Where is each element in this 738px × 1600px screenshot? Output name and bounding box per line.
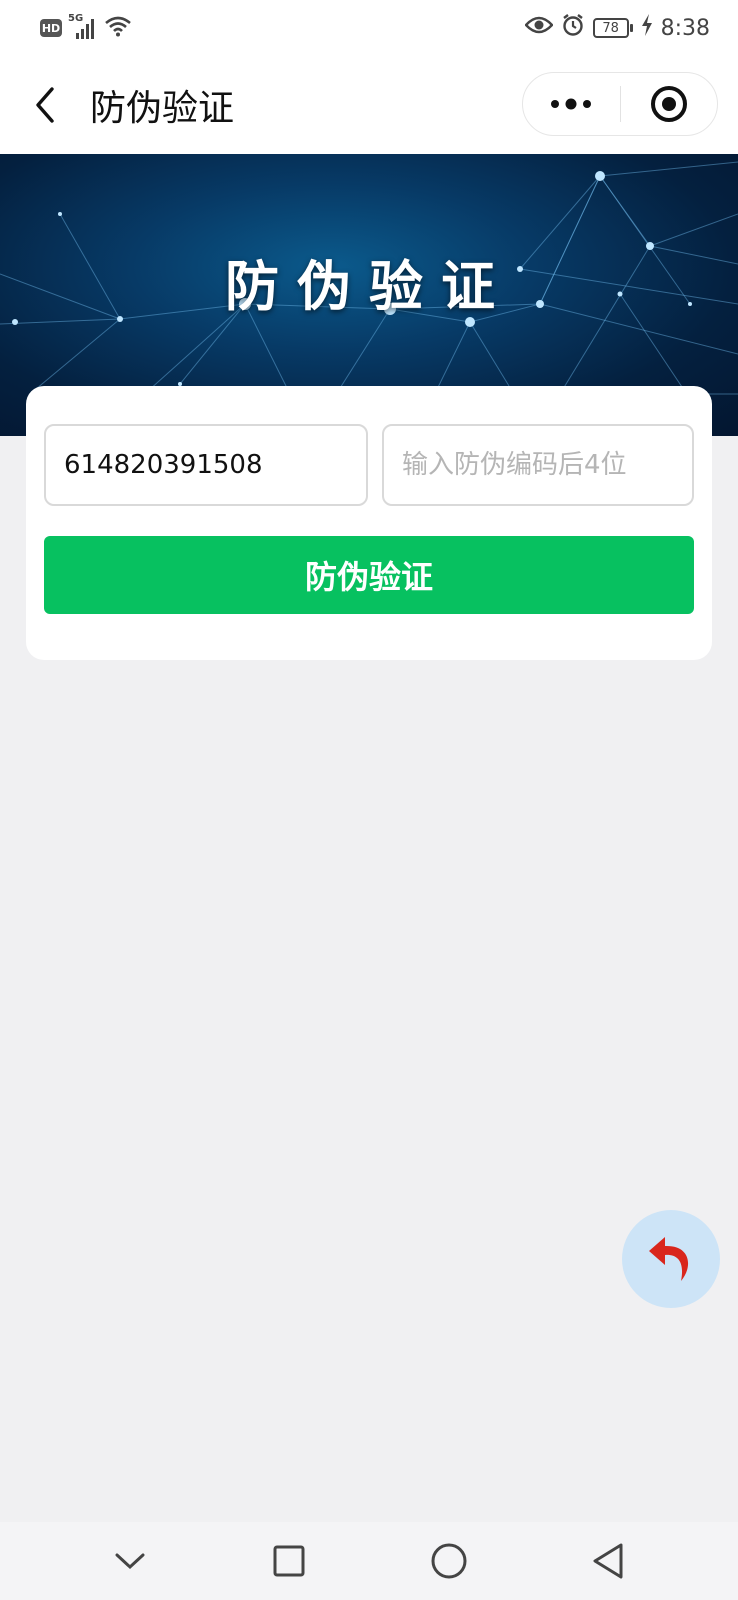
alarm-icon bbox=[561, 13, 585, 43]
more-dots-icon bbox=[551, 98, 592, 110]
hd-badge: HD bbox=[40, 19, 62, 37]
square-recent-icon bbox=[273, 1545, 305, 1577]
status-left: HD 5G bbox=[40, 13, 132, 41]
verification-card: 防伪验证 bbox=[26, 386, 712, 660]
more-button[interactable] bbox=[523, 73, 620, 135]
eye-icon bbox=[523, 15, 554, 41]
cellular-signal-icon: 5G bbox=[68, 13, 98, 39]
screen: HD 5G 78 8:38 防伪验证 防伪验证 614820391508 输入防… bbox=[0, 0, 738, 1600]
exit-button[interactable] bbox=[621, 73, 718, 135]
sys-recent-button[interactable] bbox=[259, 1531, 319, 1591]
chevron-left-icon bbox=[36, 87, 54, 123]
status-bar: HD 5G 78 8:38 bbox=[0, 0, 738, 56]
sys-back-button[interactable] bbox=[578, 1531, 638, 1591]
banner-title: 防伪验证 bbox=[225, 255, 513, 318]
sys-down-button[interactable] bbox=[100, 1531, 160, 1591]
code-input[interactable] bbox=[44, 424, 368, 506]
wifi-icon bbox=[104, 15, 132, 41]
floating-back-button[interactable] bbox=[622, 1210, 720, 1308]
back-button[interactable] bbox=[0, 56, 90, 154]
chevron-down-icon bbox=[115, 1553, 145, 1570]
battery-level: 78 bbox=[592, 18, 629, 38]
mini-program-capsule bbox=[522, 72, 718, 136]
battery-cap bbox=[629, 24, 633, 32]
status-right: 78 8:38 bbox=[523, 13, 710, 43]
system-navigation-bar bbox=[0, 1522, 738, 1600]
target-circle-icon bbox=[650, 86, 687, 122]
undo-arrow-icon bbox=[649, 1237, 689, 1281]
charging-icon bbox=[641, 14, 653, 42]
triangle-back-icon bbox=[593, 1543, 623, 1579]
clock-time: 8:38 bbox=[660, 15, 710, 41]
page-title: 防伪验证 bbox=[90, 88, 235, 129]
verify-button[interactable]: 防伪验证 bbox=[44, 536, 694, 614]
battery-indicator: 78 bbox=[592, 18, 633, 38]
code-suffix-input[interactable] bbox=[382, 424, 694, 506]
sys-home-button[interactable] bbox=[419, 1531, 479, 1591]
circle-home-icon bbox=[431, 1543, 467, 1579]
network-label: 5G bbox=[68, 13, 84, 24]
navigation-bar: 防伪验证 bbox=[0, 56, 738, 154]
